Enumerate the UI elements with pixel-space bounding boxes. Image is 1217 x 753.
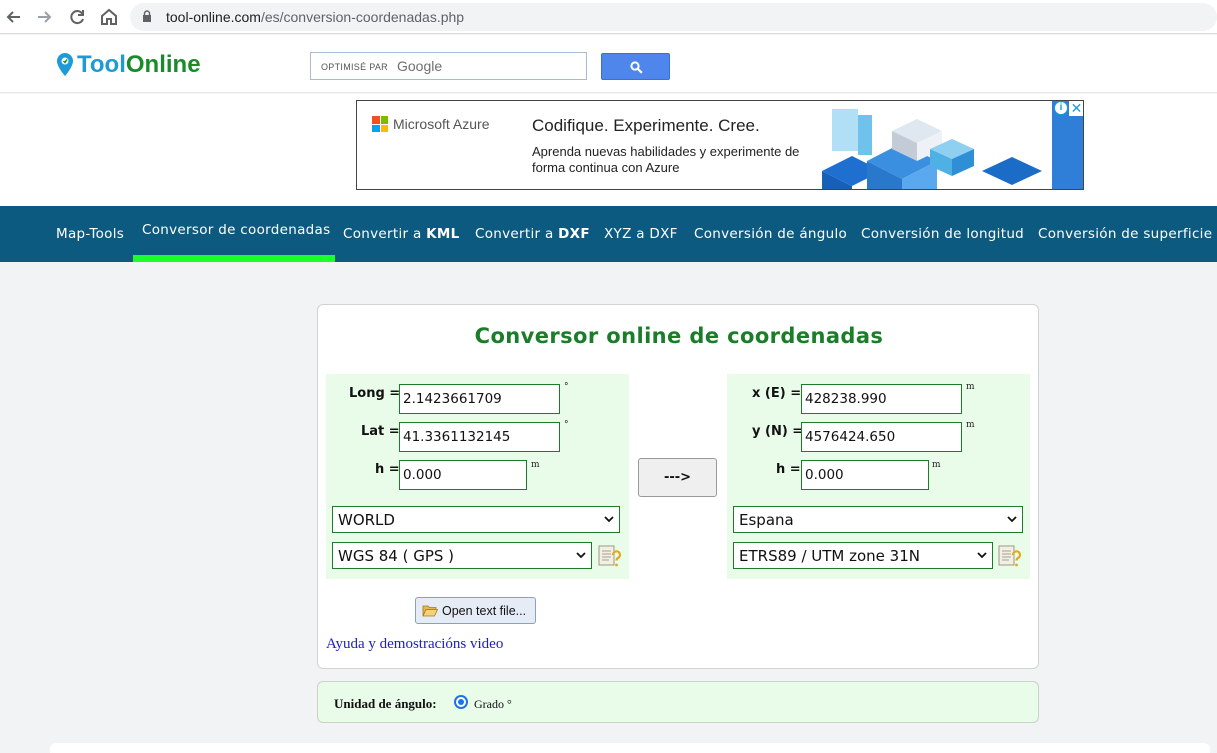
h-unit: m [932, 460, 941, 470]
long-input[interactable]: 2.1423661709 [399, 384, 560, 414]
nav-item-conversion-superficie[interactable]: Conversión de superficie [1038, 226, 1212, 242]
y-label: y (N) = [752, 424, 804, 439]
ad-title: Codifique. Experimente. Cree. [532, 116, 760, 135]
chevron-down-icon [576, 552, 586, 559]
help-video-link[interactable]: Ayuda y demostracións video [326, 636, 503, 653]
ad-close-icon[interactable]: ✕ [1069, 101, 1083, 116]
lat-unit: ° [564, 420, 569, 430]
ad-area: Microsoft Azure Codifique. Experimente. … [0, 94, 1217, 206]
h-input[interactable]: 0.000 [801, 460, 929, 490]
chevron-down-icon [1007, 516, 1017, 523]
ad-info-icon[interactable]: i [1054, 101, 1068, 115]
h-label: h = [776, 462, 801, 477]
angle-unit-label: Unidad de ángulo: [334, 696, 437, 711]
ad-text: Aprenda nuevas habilidades y experimente… [532, 144, 800, 175]
main-nav: Map-Tools Conversor de coordenadas Conve… [0, 206, 1217, 262]
long-unit: ° [564, 382, 569, 392]
angle-unit-box: Unidad de ángulo: Grado ° [317, 681, 1039, 723]
chevron-down-icon [977, 552, 987, 559]
ad-brand: Microsoft Azure [393, 116, 490, 132]
x-input[interactable]: 428238.990 [801, 384, 962, 414]
home-icon[interactable] [98, 6, 120, 28]
page-body: Conversor online de coordenadas Long = 2… [0, 262, 1217, 753]
lock-icon [143, 10, 151, 22]
nav-item-convertir-dxf[interactable]: Convertir a DXF [475, 226, 590, 242]
back-arrow-icon[interactable] [2, 6, 24, 28]
source-coordinates-panel: Long = 2.1423661709 ° Lat = 41.336113214… [326, 374, 629, 579]
target-region-select[interactable]: Espana [733, 506, 1023, 533]
target-system-select[interactable]: ETRS89 / UTM zone 31N [733, 542, 993, 569]
nav-item-conversor-coordenadas[interactable]: Conversor de coordenadas [142, 222, 330, 238]
source-region-select[interactable]: WORLD [332, 506, 620, 533]
site-header: Tool Online OPTIMISÉ PAR Google [0, 35, 1217, 93]
y-input[interactable]: 4576424.650 [801, 422, 962, 452]
degree-radio[interactable] [454, 695, 468, 709]
nav-item-map-tools[interactable]: Map-Tools [56, 226, 124, 242]
converter-card: Conversor online de coordenadas Long = 2… [317, 304, 1039, 669]
h-label: h = [375, 462, 400, 477]
url-text: tool-online.com/es/conversion-coordenada… [166, 9, 465, 25]
nav-item-conversion-angulo[interactable]: Conversión de ángulo [694, 226, 847, 242]
page-title: Conversor online de coordenadas [474, 324, 884, 348]
forward-arrow-icon[interactable] [34, 6, 56, 28]
target-coordinates-panel: x (E) = 428238.990 m y (N) = 4576424.650… [727, 374, 1030, 579]
next-section-card [50, 743, 1210, 753]
y-unit: m [966, 420, 975, 430]
reload-icon[interactable] [66, 6, 88, 28]
x-label: x (E) = [752, 386, 802, 401]
nav-item-xyz-dxf[interactable]: XYZ a DXF [604, 226, 678, 242]
degree-radio-label[interactable]: Grado ° [474, 697, 512, 712]
azure-cubes-illustration [822, 101, 1083, 189]
folder-open-icon [422, 605, 438, 617]
x-unit: m [966, 382, 975, 392]
search-input[interactable]: OPTIMISÉ PAR Google [310, 52, 587, 80]
system-info-icon[interactable] [597, 543, 621, 569]
h-input[interactable]: 0.000 [399, 460, 527, 490]
nav-item-conversion-longitud[interactable]: Conversión de longitud [861, 226, 1024, 242]
source-system-select[interactable]: WGS 84 ( GPS ) [332, 542, 592, 569]
map-pin-icon [57, 53, 73, 76]
ad-banner[interactable]: Microsoft Azure Codifique. Experimente. … [356, 100, 1084, 190]
active-tab-indicator [133, 255, 335, 262]
system-info-icon[interactable] [997, 543, 1021, 569]
search-icon [630, 61, 643, 74]
chevron-down-icon [604, 516, 614, 523]
lat-input[interactable]: 41.3361132145 [399, 422, 560, 452]
address-bar[interactable]: tool-online.com/es/conversion-coordenada… [130, 3, 1217, 31]
open-text-file-button[interactable]: Open text file... [415, 597, 536, 624]
long-label: Long = [349, 386, 401, 401]
lat-label: Lat = [361, 424, 400, 439]
nav-item-convertir-kml[interactable]: Convertir a KML [343, 226, 460, 242]
browser-toolbar: tool-online.com/es/conversion-coordenada… [0, 0, 1217, 34]
site-logo[interactable]: Tool Online [55, 49, 201, 81]
h-unit: m [531, 460, 540, 470]
search-button[interactable] [601, 53, 670, 80]
convert-button[interactable]: ---> [638, 458, 717, 497]
microsoft-logo-icon [372, 116, 388, 132]
